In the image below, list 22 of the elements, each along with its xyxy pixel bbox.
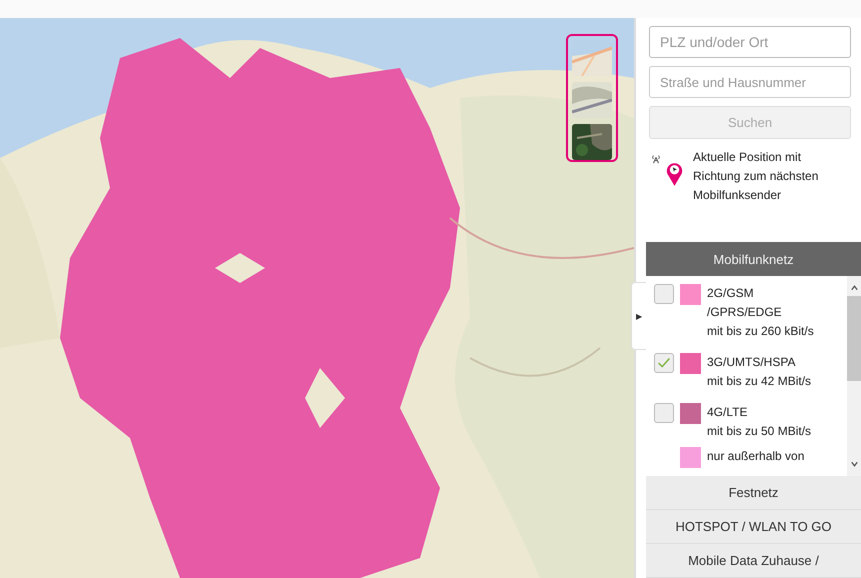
speed-label: mit bis zu 50 MBit/s <box>707 423 812 440</box>
search-field[interactable]: PLZ und/oder Ort <box>649 26 851 58</box>
antenna-icon <box>651 153 661 165</box>
location-pin-icon[interactable] <box>666 161 683 187</box>
accordion-header[interactable]: Mobile Data Zuhause / <box>646 544 861 578</box>
checkbox[interactable] <box>654 353 674 373</box>
accordion-header[interactable]: Mobilfunknetz <box>646 242 861 276</box>
checkbox[interactable] <box>654 284 674 304</box>
panel-toggle-button[interactable]: ▶ <box>631 282 646 350</box>
checkbox[interactable] <box>654 403 674 423</box>
network-label: 3G/UMTS/HSPA <box>707 354 796 371</box>
accordion-header[interactable]: HOTSPOT / WLAN TO GO <box>646 510 861 544</box>
network-label: nur außerhalb von <box>707 448 804 465</box>
scroll-up-icon[interactable] <box>850 284 858 292</box>
accordion-header[interactable]: Festnetz <box>646 476 861 510</box>
scroll-down-icon[interactable] <box>850 460 858 468</box>
location-hint: Aktuelle Position mit Richtung zum nächsten Mobilfunksender <box>693 149 820 204</box>
speed-label: mit bis zu 42 MBit/s <box>707 373 812 390</box>
search-field[interactable]: Straße und Hausnummer <box>649 66 851 98</box>
scrollbar[interactable] <box>847 276 861 476</box>
network-label: 4G/LTE <box>707 404 748 421</box>
speed-label: mit bis zu 260 kBit/s <box>707 323 814 340</box>
